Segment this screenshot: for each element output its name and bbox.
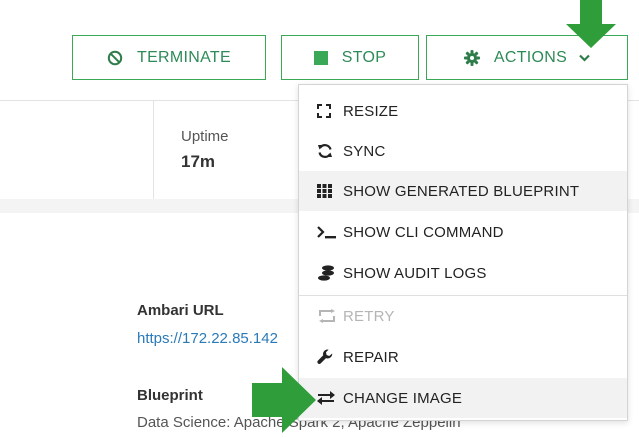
menu-item-resize[interactable]: RESIZE [299, 91, 627, 131]
ambari-url-link[interactable]: https://172.22.85.142 [137, 330, 297, 347]
terminate-label: TERMINATE [137, 48, 231, 66]
actions-label: ACTIONS [493, 48, 568, 66]
stats-separator [153, 101, 154, 199]
menu-item-repair[interactable]: REPAIR [299, 337, 627, 377]
stop-icon [313, 50, 328, 65]
menu-item-label: SHOW CLI COMMAND [343, 223, 504, 241]
ban-icon [107, 50, 123, 66]
stop-label: STOP [341, 48, 387, 66]
stop-button[interactable]: STOP [281, 35, 419, 80]
menu-item-retry: RETRY [299, 296, 627, 336]
menu-item-show-cli-command[interactable]: SHOW CLI COMMAND [299, 212, 627, 252]
right-arrow-pointer-icon [252, 367, 316, 433]
blueprint-label: Blueprint [137, 387, 203, 404]
menu-item-label: REPAIR [343, 348, 399, 366]
terminate-button[interactable]: TERMINATE [72, 35, 266, 80]
gear-icon [463, 49, 480, 66]
menu-item-show-generated-blueprint[interactable]: SHOW GENERATED BLUEPRINT [299, 171, 627, 211]
menu-item-sync[interactable]: SYNC [299, 131, 627, 171]
uptime-label: Uptime [181, 128, 229, 145]
down-arrow-pointer-icon [566, 0, 616, 48]
ambari-url-label: Ambari URL [137, 302, 224, 319]
menu-item-label: SHOW AUDIT LOGS [343, 264, 487, 282]
menu-item-label: SHOW GENERATED BLUEPRINT [343, 182, 580, 200]
sync-icon [317, 143, 339, 159]
resize-icon [317, 104, 339, 118]
menu-item-label: CHANGE IMAGE [343, 389, 463, 407]
menu-item-label: RESIZE [343, 102, 399, 120]
uptime-value: 17m [181, 152, 216, 171]
menu-item-show-audit-logs[interactable]: SHOW AUDIT LOGS [299, 253, 627, 293]
wrench-icon [317, 349, 339, 365]
audit-icon [317, 265, 339, 281]
terminal-icon [317, 225, 339, 239]
chevron-down-icon [579, 51, 590, 65]
retry-icon [317, 309, 339, 323]
exchange-icon [317, 391, 339, 405]
menu-item-label: RETRY [343, 307, 395, 325]
menu-item-label: SYNC [343, 142, 386, 160]
menu-item-change-image[interactable]: CHANGE IMAGE [299, 378, 627, 418]
grid-icon [317, 184, 339, 198]
actions-dropdown-menu: RESIZE SYNC SHOW GENERATED BLUEPRINT SHO… [298, 84, 628, 421]
